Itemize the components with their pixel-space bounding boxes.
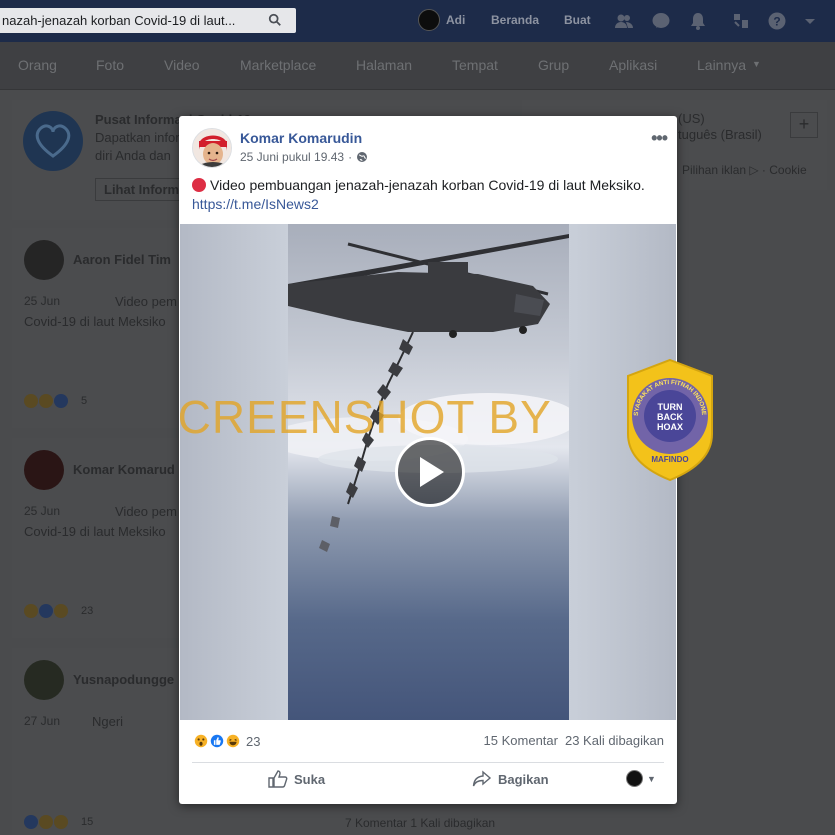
reaction-count[interactable]: 15	[81, 816, 93, 828]
post-text-2: Covid-19 di laut Meksiko	[24, 524, 166, 539]
red-circle-icon	[192, 178, 206, 192]
footer-links[interactable]: Pilihan iklan ▷ · Cookie	[682, 163, 807, 177]
search-filter-nav: Orang Foto Video Marketplace Halaman Tem…	[0, 42, 835, 90]
reaction-icons[interactable]	[24, 815, 68, 829]
post-link[interactable]: https://t.me/IsNews2	[192, 196, 319, 212]
avatar	[418, 9, 440, 31]
post-meta: 25 Juni pukul 19.43 ·	[240, 150, 368, 164]
help-icon[interactable]: ?	[767, 11, 787, 31]
post-stats: 23 15 Komentar 23 Kali dibagikan	[179, 720, 677, 760]
avatar	[24, 450, 64, 490]
post-modal: Komar Komarudin 25 Juni pukul 19.43 · ••…	[179, 116, 677, 804]
post-date: 27 Jun	[24, 714, 61, 728]
post-date: 25 Jun	[24, 294, 61, 308]
info-line2: diri Anda dan	[95, 148, 171, 163]
covid-heart-icon	[23, 111, 83, 171]
avatar	[626, 770, 643, 787]
post-date: 25 Jun	[24, 504, 61, 518]
post-author[interactable]: Komar Komarud	[73, 462, 175, 477]
reaction-icons[interactable]	[24, 604, 68, 618]
play-icon	[420, 457, 444, 487]
notifications-icon[interactable]	[688, 11, 708, 31]
post-body: Video pembuangan jenazah-jenazah korban …	[192, 176, 662, 214]
add-language-button[interactable]: +	[790, 112, 818, 138]
reaction-icons[interactable]	[24, 394, 68, 408]
messenger-icon[interactable]	[651, 11, 671, 31]
filter-videos[interactable]: Video	[164, 57, 200, 73]
play-button[interactable]	[395, 437, 465, 507]
badge-line-2: BACK	[657, 412, 683, 422]
share-count[interactable]: 23 Kali dibagikan	[565, 733, 664, 748]
watermark-text: SCREENSHOT BY	[180, 391, 552, 443]
post-author[interactable]: Komar Komarudin	[240, 130, 362, 146]
like-button[interactable]: Suka	[268, 770, 325, 788]
post-as-selector[interactable]: ▼	[626, 770, 656, 787]
video-player[interactable]: SCREENSHOT BY	[180, 224, 676, 720]
create-link[interactable]: Buat	[564, 13, 591, 27]
more-options-icon[interactable]: •••	[651, 129, 668, 147]
post-text: Video pem	[115, 504, 177, 519]
post-date[interactable]: 25 Juni pukul 19.43	[240, 150, 344, 164]
filter-groups[interactable]: Grup	[538, 57, 569, 73]
avatar	[24, 660, 64, 700]
account-menu-icon[interactable]	[803, 11, 817, 31]
reaction-count[interactable]: 5	[81, 395, 87, 407]
lang-portuguese[interactable]: tuguês (Brasil)	[678, 127, 762, 142]
info-line1: Dapatkan infor	[95, 130, 180, 145]
mafindo-logo: MASYARAKAT ANTI FITNAH INDONESIA TURN BA…	[620, 358, 713, 482]
chevron-down-icon: ▼	[647, 773, 656, 784]
reaction-count[interactable]: 23	[81, 605, 93, 617]
chevron-down-icon[interactable]: ▼	[752, 59, 761, 69]
quick-help-icon[interactable]	[731, 11, 751, 31]
badge-bottom-text: MAFINDO	[651, 455, 688, 464]
share-button[interactable]: Bagikan	[472, 770, 549, 788]
post-text: Video pem	[115, 294, 177, 309]
thumbs-up-icon	[268, 770, 288, 788]
haha-reaction-icon	[224, 732, 242, 750]
share-icon	[472, 770, 492, 787]
top-bar: nazah-jenazah korban Covid-19 di laut...…	[0, 0, 835, 42]
user-name: Adi	[446, 13, 466, 27]
reaction-count[interactable]: 23	[246, 734, 260, 749]
badge-line-3: HOAX	[657, 422, 683, 432]
svg-text:?: ?	[773, 15, 780, 29]
globe-icon[interactable]	[356, 151, 368, 163]
avatar	[24, 240, 64, 280]
post-text: Video pembuangan jenazah-jenazah korban …	[210, 177, 645, 193]
post-author[interactable]: Aaron Fidel Tim	[73, 252, 171, 267]
video-blur-left	[180, 224, 288, 720]
post-text: Ngeri	[92, 714, 124, 729]
home-link[interactable]: Beranda	[491, 13, 539, 27]
search-icon[interactable]	[268, 13, 282, 27]
filter-more[interactable]: Lainnya	[697, 57, 746, 73]
engagement-counts: 15 Komentar 23 Kali dibagikan	[484, 733, 664, 748]
like-label: Suka	[294, 771, 326, 787]
avatar[interactable]	[192, 128, 232, 168]
post-author[interactable]: Yusnapodungge	[73, 672, 174, 687]
comment-count[interactable]: 15 Komentar	[484, 733, 558, 748]
profile-photo	[193, 129, 231, 167]
lang-english[interactable]: (US)	[678, 111, 705, 126]
filter-marketplace[interactable]: Marketplace	[240, 57, 316, 73]
filter-photos[interactable]: Foto	[96, 57, 124, 73]
post-text-2: Covid-19 di laut Meksiko	[24, 314, 166, 329]
badge-line-1: TURN	[658, 402, 683, 412]
filter-people[interactable]: Orang	[18, 57, 57, 73]
filter-pages[interactable]: Halaman	[356, 57, 412, 73]
separator: ·	[348, 150, 353, 164]
friends-icon[interactable]	[614, 11, 634, 31]
filter-apps[interactable]: Aplikasi	[609, 57, 657, 73]
profile-link[interactable]: Adi	[418, 9, 465, 31]
comment-share-counts[interactable]: 7 Komentar 1 Kali dibagikan	[345, 816, 495, 830]
share-label: Bagikan	[498, 771, 549, 787]
divider	[192, 762, 664, 763]
reaction-summary[interactable]: 23	[192, 732, 260, 750]
filter-places[interactable]: Tempat	[452, 57, 498, 73]
search-input[interactable]: nazah-jenazah korban Covid-19 di laut...	[0, 8, 296, 33]
search-value[interactable]: nazah-jenazah korban Covid-19 di laut...	[2, 13, 252, 28]
